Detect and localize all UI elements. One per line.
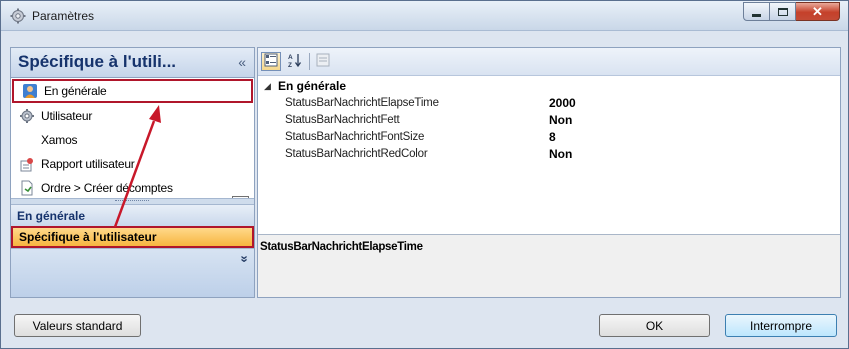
categorized-button[interactable] [261,52,281,71]
property-grid-toolbar: A Z [258,48,840,76]
property-grid: A Z ◢ En générale StatusBarNachrichtElap… [257,47,841,298]
cancel-button[interactable]: Interrompre [725,314,837,337]
settings-gear-icon [10,8,26,24]
report-user-icon [19,156,35,172]
minimize-icon [752,13,761,17]
nav-item-label: Rapport utilisateur [41,157,135,171]
property-name: StatusBarNachrichtFett [285,114,400,126]
user-general-icon [22,83,38,99]
gear-icon [19,108,35,124]
nav-header: Spécifique à l'utili... « [11,48,254,78]
property-row[interactable]: StatusBarNachrichtElapseTime 2000 [258,95,840,111]
maximize-icon [777,7,788,16]
property-category[interactable]: ◢ En générale [258,78,840,94]
sort-alphabetical-button[interactable]: A Z [285,52,305,71]
nav-item-create-invoices[interactable]: Ordre > Créer décomptes [11,176,254,200]
close-icon: ✕ [812,3,823,19]
default-values-button[interactable]: Valeurs standard [14,314,141,337]
svg-text:A: A [288,54,293,61]
nav-section-general[interactable]: En générale [11,204,254,226]
categorized-icon [264,53,278,70]
nav-item-user-report[interactable]: Rapport utilisateur [11,152,254,176]
navigation-pane: Spécifique à l'utili... « En générale Ut… [10,47,255,298]
description-title: StatusBarNachrichtElapseTime [260,241,423,253]
property-name: StatusBarNachrichtFontSize [285,131,425,143]
nav-item-user[interactable]: Utilisateur [11,104,254,128]
nav-item-label: Ordre > Créer décomptes [41,181,173,195]
property-name: StatusBarNachrichtElapseTime [285,97,439,109]
nav-overflow-bar: » [11,248,254,297]
nav-item-label: En générale [44,84,107,98]
property-value[interactable]: 8 [533,130,556,144]
close-button[interactable]: ✕ [796,2,840,21]
nav-item-xamos[interactable]: Xamos [11,128,254,152]
overflow-chevron-icon[interactable]: » [237,254,252,264]
property-value[interactable]: Non [533,113,572,127]
nav-section-user-specific[interactable]: Spécifique à l'utilisateur [11,226,254,248]
nav-item-label: Xamos [41,133,78,147]
collapse-pane-icon[interactable]: « [238,54,246,70]
expand-triangle-icon[interactable]: ◢ [258,81,278,92]
property-row[interactable]: StatusBarNachrichtFett Non [258,112,840,128]
property-value[interactable]: 2000 [533,96,576,110]
window-title: Paramètres [32,9,95,23]
nav-header-title: Spécifique à l'utili... [18,52,177,71]
nav-item-list: En générale Utilisateur Xamos Rapport ut… [11,78,254,213]
property-description-panel: StatusBarNachrichtElapseTime [258,234,840,297]
svg-text:Z: Z [288,62,292,68]
property-name: StatusBarNachrichtRedColor [285,148,428,160]
category-label: En générale [278,79,347,93]
document-icon [19,180,35,196]
property-pages-icon [316,53,330,70]
minimize-button[interactable] [743,2,770,21]
property-value[interactable]: Non [533,147,572,161]
settings-window: Paramètres ✕ Spécifique à l'utili... « E… [0,0,849,349]
nav-item-label: Utilisateur [41,109,93,123]
nav-item-general[interactable]: En générale [12,79,253,103]
sort-az-icon: A Z [287,52,303,71]
maximize-button[interactable] [770,2,796,21]
property-row[interactable]: StatusBarNachrichtFontSize 8 [258,129,840,145]
title-bar[interactable]: Paramètres ✕ [1,1,848,31]
property-pages-button[interactable] [313,52,333,71]
property-row[interactable]: StatusBarNachrichtRedColor Non [258,146,840,162]
ok-button[interactable]: OK [599,314,710,337]
